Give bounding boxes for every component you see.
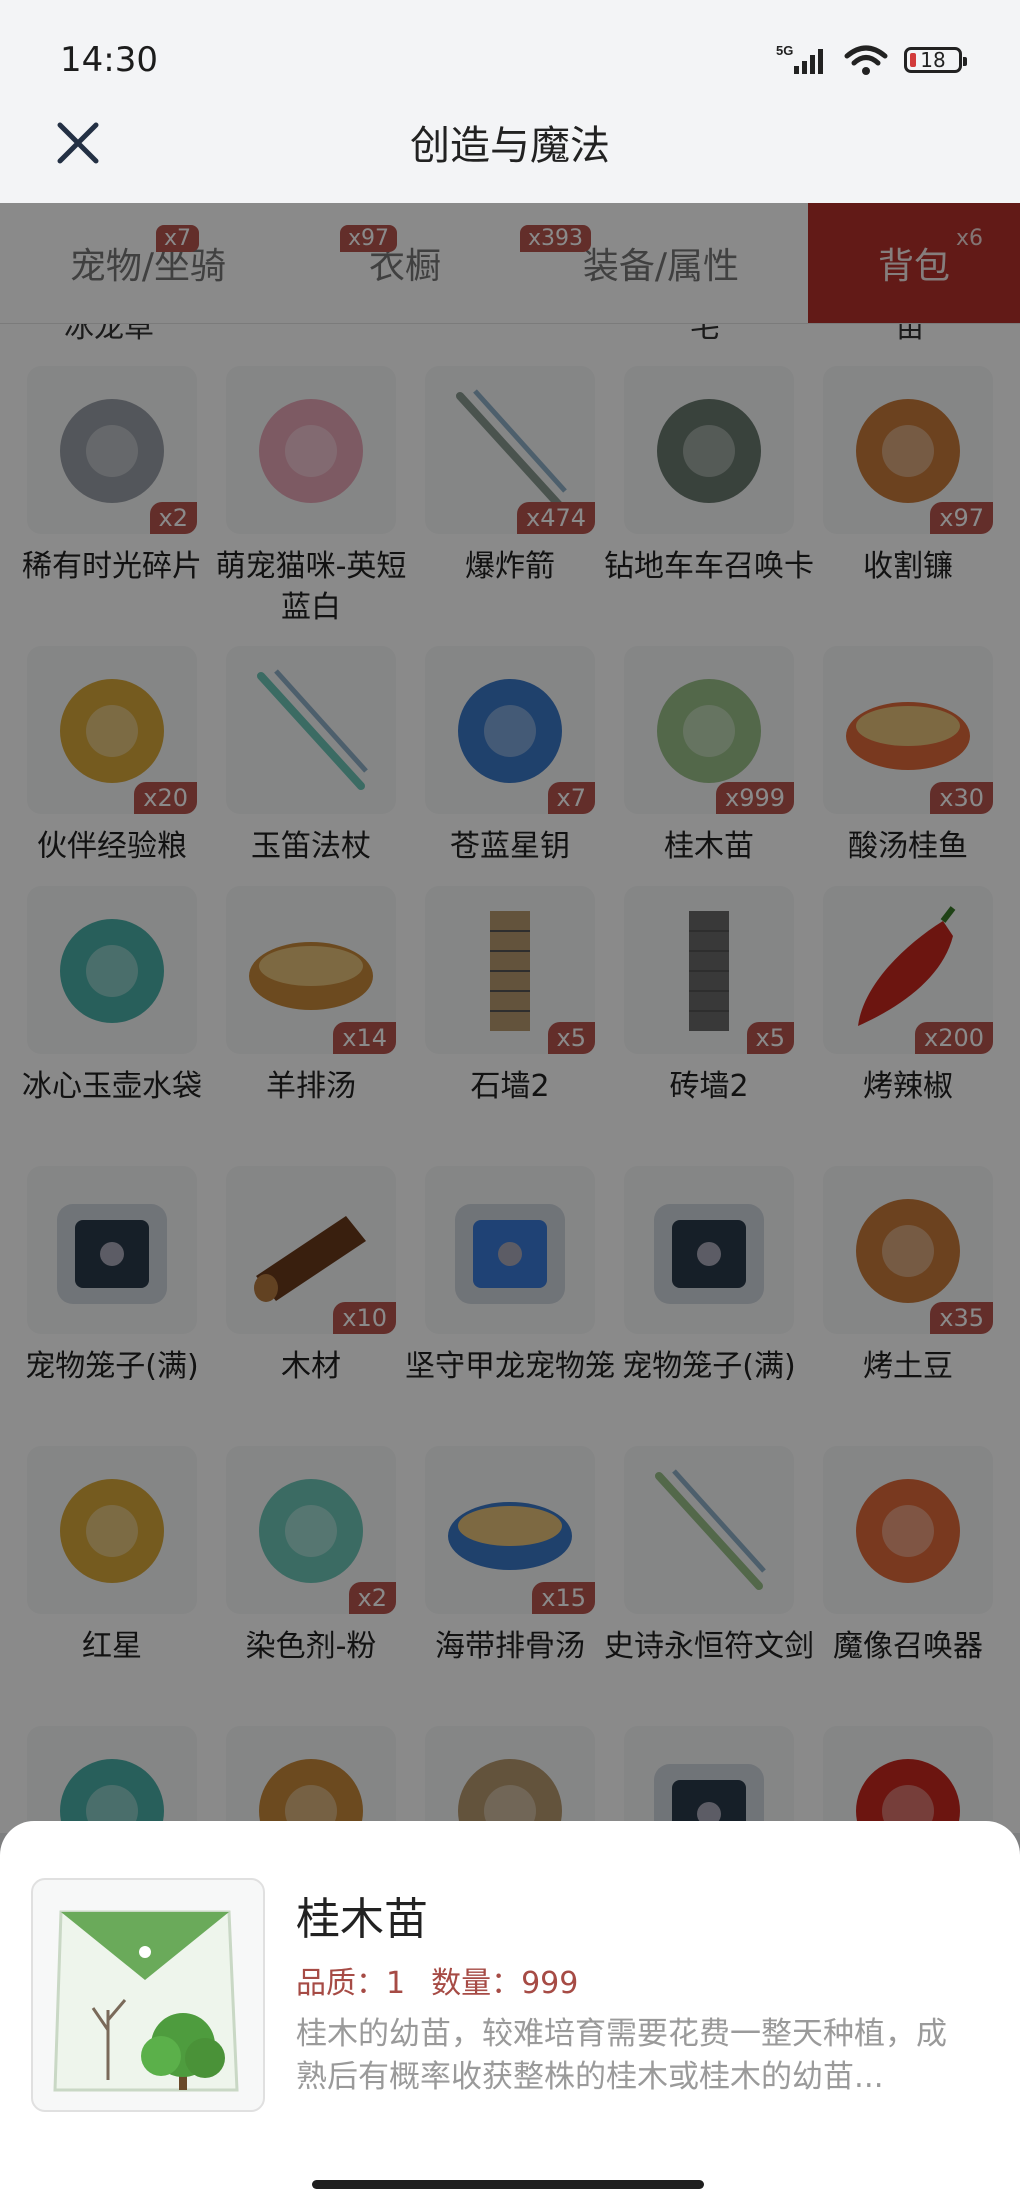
status-icons: 5G 18 xyxy=(776,44,967,76)
app-header: 创造与魔法 xyxy=(0,105,1020,203)
battery-level: 18 xyxy=(920,48,946,72)
status-bar: 14:30 5G 18 xyxy=(0,0,1020,105)
item-quality: 品质：1 xyxy=(296,1966,406,2001)
network-type: 5G xyxy=(776,44,793,58)
clock: 14:30 xyxy=(60,40,158,80)
signal-icon: 5G xyxy=(776,44,823,74)
home-indicator[interactable] xyxy=(312,2180,704,2189)
wifi-icon xyxy=(844,45,888,75)
seed-packet-icon xyxy=(53,1910,239,2092)
page-title: 创造与魔法 xyxy=(410,123,610,169)
battery-icon: 18 xyxy=(904,47,967,73)
item-quantity: 数量：999 xyxy=(431,1966,579,2001)
item-detail-name: 桂木苗 xyxy=(296,1894,428,1945)
item-description: 桂木的幼苗，较难培育需要花费一整天种植，成熟后有概率收获整株的桂木或桂木的幼苗.… xyxy=(296,2016,947,2095)
item-detail-image xyxy=(31,1878,265,2112)
item-detail-meta: 品质：1 数量：999 xyxy=(296,1958,578,2002)
item-detail-sheet: 桂木苗 品质：1 数量：999 桂木的幼苗，较难培育需要花费一整天种植，成熟后有… xyxy=(0,1821,1020,2209)
